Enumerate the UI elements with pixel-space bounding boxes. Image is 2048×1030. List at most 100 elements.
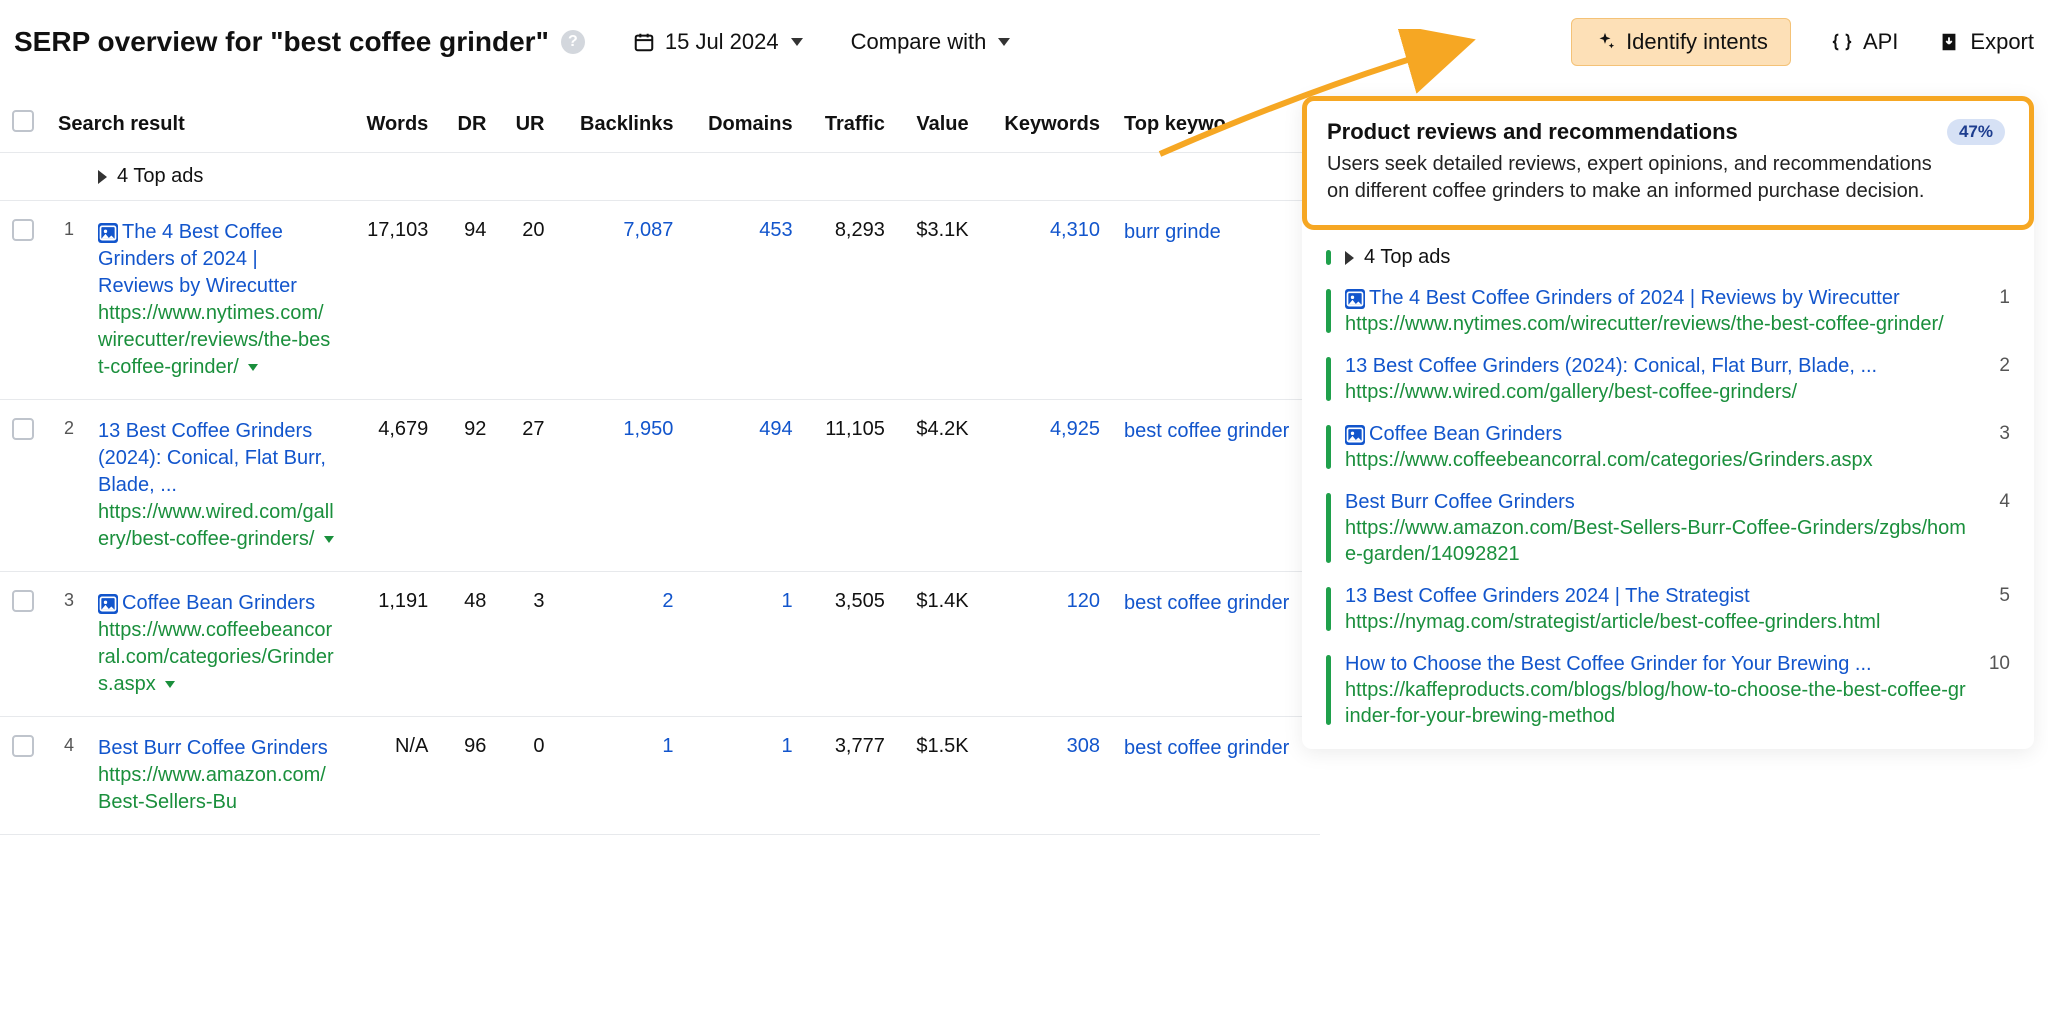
compare-label: Compare with	[851, 29, 987, 55]
date-value: 15 Jul 2024	[665, 29, 779, 55]
cell-value: $4.2K	[897, 400, 981, 572]
cell-words: 17,103	[346, 201, 440, 400]
intent-result-title[interactable]: How to Choose the Best Coffee Grinder fo…	[1345, 651, 1970, 677]
intent-ads-row[interactable]: 4 Top ads	[1326, 238, 2010, 277]
cell-value: $1.4K	[897, 572, 981, 717]
intent-result-url[interactable]: https://www.nytimes.com/wirecutter/revie…	[1345, 311, 1970, 337]
col-value[interactable]: Value	[897, 96, 981, 153]
col-domains[interactable]: Domains	[685, 96, 804, 153]
result-url[interactable]: https://www.coffeebeancorral.com/categor…	[98, 617, 334, 698]
row-index: 4	[46, 717, 86, 835]
result-url[interactable]: https://www.amazon.com/Best-Sellers-Bu	[98, 762, 334, 816]
row-checkbox[interactable]	[12, 418, 34, 440]
row-index: 3	[46, 572, 86, 717]
intent-title: Product reviews and recommendations	[1327, 119, 1738, 145]
result-url[interactable]: https://www.wired.com/gallery/best-coffe…	[98, 499, 334, 553]
col-top-keyword[interactable]: Top keywo	[1112, 96, 1320, 153]
intent-result-rank: 5	[1984, 583, 2010, 607]
cell-ur: 0	[498, 717, 556, 835]
cell-value: $3.1K	[897, 201, 981, 400]
chevron-down-icon[interactable]	[165, 681, 175, 688]
cell-keywords[interactable]: 120	[981, 572, 1112, 717]
cell-backlinks[interactable]: 1,950	[557, 400, 686, 572]
row-checkbox[interactable]	[12, 219, 34, 241]
intent-result-title[interactable]: 13 Best Coffee Grinders (2024): Conical,…	[1345, 353, 1970, 379]
intent-bar	[1326, 587, 1331, 631]
col-traffic[interactable]: Traffic	[805, 96, 897, 153]
intent-result-title[interactable]: 13 Best Coffee Grinders 2024 | The Strat…	[1345, 583, 1970, 609]
intent-result-row: How to Choose the Best Coffee Grinder fo…	[1326, 643, 2010, 737]
date-picker[interactable]: 15 Jul 2024	[633, 29, 803, 55]
identify-intents-label: Identify intents	[1626, 29, 1768, 55]
col-keywords[interactable]: Keywords	[981, 96, 1112, 153]
intent-result-title[interactable]: The 4 Best Coffee Grinders of 2024 | Rev…	[1345, 285, 1970, 311]
intent-panel: Product reviews and recommendations 47% …	[1302, 96, 2034, 749]
intent-result-url[interactable]: https://kaffeproducts.com/blogs/blog/how…	[1345, 677, 1970, 729]
cell-keywords[interactable]: 4,310	[981, 201, 1112, 400]
help-icon[interactable]: ?	[561, 30, 585, 54]
api-button[interactable]: API	[1831, 29, 1898, 55]
col-words[interactable]: Words	[346, 96, 440, 153]
chevron-down-icon[interactable]	[324, 536, 334, 543]
identify-intents-button[interactable]: Identify intents	[1571, 18, 1791, 66]
intent-result-row: 13 Best Coffee Grinders (2024): Conical,…	[1326, 345, 2010, 413]
topbar-right: Identify intents API Export	[1571, 18, 2034, 66]
cell-keywords[interactable]: 308	[981, 717, 1112, 835]
result-url[interactable]: https://www.nytimes.com/wirecutter/revie…	[98, 300, 334, 381]
cell-domains[interactable]: 1	[685, 572, 804, 717]
download-icon	[1938, 31, 1960, 53]
cell-ur: 3	[498, 572, 556, 717]
cell-ur: 20	[498, 201, 556, 400]
intent-ads-label: 4 Top ads	[1364, 246, 1450, 269]
intent-result-title[interactable]: Best Burr Coffee Grinders	[1345, 489, 1970, 515]
col-ur[interactable]: UR	[498, 96, 556, 153]
intent-bar	[1326, 425, 1331, 469]
intent-result-row: Coffee Bean Grindershttps://www.coffeebe…	[1326, 413, 2010, 481]
cell-top-keyword[interactable]: best coffee grinder	[1112, 717, 1320, 835]
compare-picker[interactable]: Compare with	[851, 29, 1011, 55]
image-result-icon	[98, 223, 118, 243]
intent-percentage-badge: 47%	[1947, 119, 2005, 145]
image-result-icon	[98, 594, 118, 614]
cell-top-keyword[interactable]: best coffee grinder	[1112, 400, 1320, 572]
result-title[interactable]: Best Burr Coffee Grinders	[98, 735, 334, 762]
result-title[interactable]: The 4 Best Coffee Grinders of 2024 | Rev…	[98, 219, 334, 300]
result-title[interactable]: Coffee Bean Grinders	[98, 590, 334, 617]
cell-domains[interactable]: 494	[685, 400, 804, 572]
cell-words: 1,191	[346, 572, 440, 717]
cell-top-keyword[interactable]: burr grinde	[1112, 201, 1320, 400]
chevron-down-icon	[791, 38, 803, 46]
ads-row-label: 4 Top ads	[117, 165, 203, 188]
intent-result-url[interactable]: https://www.coffeebeancorral.com/categor…	[1345, 447, 1970, 473]
col-search-result[interactable]: Search result	[46, 96, 346, 153]
calendar-icon	[633, 31, 655, 53]
cell-keywords[interactable]: 4,925	[981, 400, 1112, 572]
cell-dr: 96	[440, 717, 498, 835]
intent-result-title[interactable]: Coffee Bean Grinders	[1345, 421, 1970, 447]
table-row: 213 Best Coffee Grinders (2024): Conical…	[0, 400, 1320, 572]
intent-result-url[interactable]: https://nymag.com/strategist/article/bes…	[1345, 609, 1970, 635]
cell-backlinks[interactable]: 2	[557, 572, 686, 717]
export-label: Export	[1970, 29, 2034, 55]
col-dr[interactable]: DR	[440, 96, 498, 153]
export-button[interactable]: Export	[1938, 29, 2034, 55]
cell-domains[interactable]: 453	[685, 201, 804, 400]
row-checkbox[interactable]	[12, 590, 34, 612]
intent-result-url[interactable]: https://www.amazon.com/Best-Sellers-Burr…	[1345, 515, 1970, 567]
cell-traffic: 8,293	[805, 201, 897, 400]
cell-backlinks[interactable]: 1	[557, 717, 686, 835]
table-ads-row[interactable]: 4 Top ads	[0, 153, 1320, 201]
col-backlinks[interactable]: Backlinks	[557, 96, 686, 153]
result-title[interactable]: 13 Best Coffee Grinders (2024): Conical,…	[98, 418, 334, 499]
sparkle-icon	[1594, 31, 1616, 53]
row-checkbox[interactable]	[12, 735, 34, 757]
select-all-checkbox[interactable]	[12, 110, 34, 132]
title-wrap: SERP overview for "best coffee grinder" …	[14, 26, 585, 58]
cell-top-keyword[interactable]: best coffee grinder	[1112, 572, 1320, 717]
cell-domains[interactable]: 1	[685, 717, 804, 835]
chevron-down-icon[interactable]	[248, 364, 258, 371]
cell-backlinks[interactable]: 7,087	[557, 201, 686, 400]
cell-traffic: 3,505	[805, 572, 897, 717]
intent-result-rank: 4	[1984, 489, 2010, 513]
intent-result-url[interactable]: https://www.wired.com/gallery/best-coffe…	[1345, 379, 1970, 405]
